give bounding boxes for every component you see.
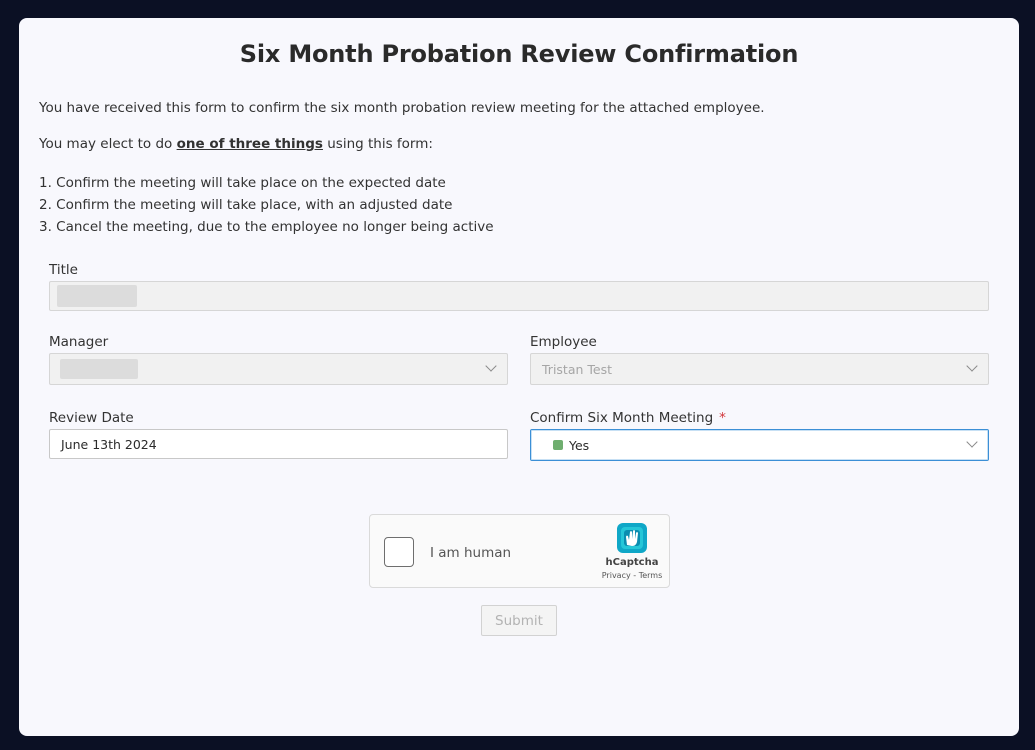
chevron-down-icon <box>966 360 978 372</box>
captcha-brand: hCaptcha <box>605 557 659 568</box>
intro-suffix: using this form: <box>322 136 433 152</box>
review-date-value: June 13th 2024 <box>61 436 157 452</box>
option-item: 1. Confirm the meeting will take place o… <box>39 175 446 191</box>
manager-label: Manager <box>49 334 109 350</box>
hcaptcha-logo-icon <box>617 523 647 553</box>
option-item: 3. Cancel the meeting, due to the employ… <box>39 219 494 235</box>
title-field[interactable] <box>49 281 989 311</box>
redacted-value <box>60 359 138 379</box>
captcha-links[interactable]: Privacy - Terms <box>598 571 666 580</box>
form-card: Six Month Probation Review Confirmation … <box>19 18 1019 736</box>
employee-label: Employee <box>530 334 597 350</box>
title-label: Title <box>49 262 78 278</box>
captcha-checkbox[interactable] <box>384 537 414 567</box>
page-title: Six Month Probation Review Confirmation <box>239 40 799 68</box>
review-date-input[interactable]: June 13th 2024 <box>49 429 508 459</box>
manager-select[interactable] <box>49 353 508 385</box>
captcha-label: I am human <box>430 545 512 561</box>
confirm-meeting-label-text: Confirm Six Month Meeting <box>530 410 714 426</box>
confirm-meeting-select[interactable]: Yes <box>530 429 989 461</box>
captcha-widget: I am human hCaptcha Privacy - Terms <box>369 514 670 588</box>
confirm-meeting-label: Confirm Six Month Meeting * <box>530 410 726 426</box>
confirm-meeting-value: Yes <box>569 437 590 453</box>
chevron-down-icon <box>966 436 978 448</box>
options-list: 1. Confirm the meeting will take place o… <box>39 172 494 238</box>
intro-options-text: You may elect to do one of three things … <box>39 136 433 152</box>
employee-value: Tristan Test <box>542 361 612 377</box>
required-marker: * <box>719 410 726 426</box>
employee-select[interactable]: Tristan Test <box>530 353 989 385</box>
intro-text: You have received this form to confirm t… <box>39 100 765 116</box>
submit-button[interactable]: Submit <box>481 605 557 636</box>
redacted-value <box>57 285 137 307</box>
option-item: 2. Confirm the meeting will take place, … <box>39 197 453 213</box>
intro-prefix: You may elect to do <box>39 136 177 152</box>
intro-emphasis: one of three things <box>176 136 323 152</box>
chevron-down-icon <box>485 360 497 372</box>
review-date-label: Review Date <box>49 410 134 426</box>
status-dot <box>553 440 563 450</box>
